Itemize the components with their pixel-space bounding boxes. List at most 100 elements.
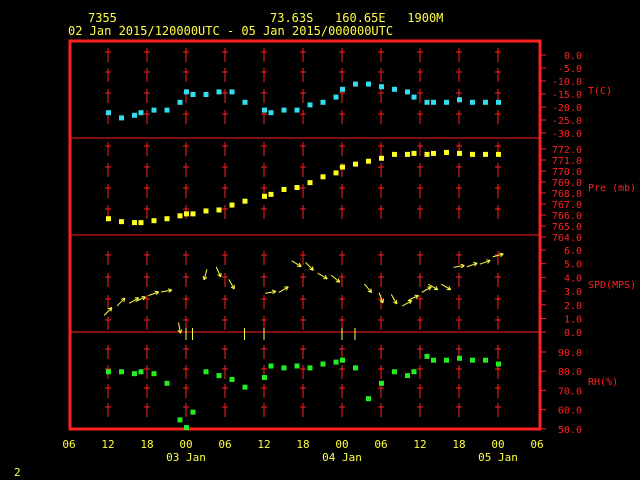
pressure-point [483, 151, 488, 157]
y-tick-label: 6.0 [564, 246, 582, 257]
pressure-point [151, 218, 157, 224]
temp-point [431, 99, 436, 105]
x-tick-label: 18 [140, 438, 153, 451]
wind-vector-head [473, 262, 478, 264]
x-tick-label: 12 [257, 438, 270, 451]
pressure-point [470, 151, 475, 157]
pressure-point [164, 216, 170, 222]
temp-point [405, 89, 410, 95]
pressure-point [340, 164, 345, 170]
wind-vector-head [486, 259, 491, 261]
pressure-point [424, 151, 430, 157]
rh-point [164, 380, 170, 386]
pressure-point [496, 151, 501, 157]
rh-point [431, 357, 436, 363]
pressure-point [184, 211, 189, 217]
temp-point [281, 107, 287, 113]
pressure-point [268, 191, 274, 197]
temp-point [119, 115, 124, 121]
time-range: 02 Jan 2015/120000UTC - 05 Jan 2015/0000… [68, 24, 393, 38]
y-tick-label: 50.0 [558, 425, 582, 436]
station-location: 73.63S 160.65E 1900M [270, 11, 443, 25]
y-tick-label: -15.0 [552, 90, 582, 101]
pressure-point [431, 150, 436, 156]
pressure-point [216, 207, 222, 213]
rh-point [132, 371, 137, 377]
pressure-point [262, 193, 267, 199]
wind-vector-shaft [116, 297, 126, 307]
rh-point [424, 353, 430, 359]
rh-point [405, 373, 410, 379]
meteogram-chart: 7355 73.63S 160.65E 1900M 02 Jan 2015/12… [14, 11, 636, 479]
x-date-label: 05 Jan [478, 451, 518, 464]
wind-vector-series [103, 252, 504, 340]
temp-point [164, 107, 170, 113]
temp-point [190, 92, 196, 97]
temp-point [262, 107, 267, 113]
pressure-point [457, 150, 462, 156]
y-tick-label: 70.0 [558, 386, 582, 397]
temp-point [366, 81, 371, 87]
x-tick-label: 06 [218, 438, 231, 451]
y-tick-label: 766.0 [552, 211, 582, 222]
pressure-point [379, 155, 384, 161]
x-tick-labels: 06 12 18 00 06 12 18 00 06 12 18 00 06 03 Jan 04 Jan 05… [62, 438, 543, 464]
x-tick-label: 18 [296, 438, 309, 451]
temp-point [151, 107, 157, 113]
temp-point [268, 110, 274, 116]
y-tick-label: 3.0 [564, 287, 582, 298]
wind-vector-head [271, 289, 277, 292]
y-tick-label: 770.0 [552, 167, 582, 178]
pressure-point [405, 151, 410, 157]
x-tick-label: 00 [491, 438, 504, 451]
rh-point [262, 375, 267, 381]
rh-point [281, 365, 287, 371]
pressure-point [333, 170, 339, 176]
x-tick-label: 00 [335, 438, 348, 451]
y-tick-label: -20.0 [552, 103, 582, 114]
temp-point [229, 89, 235, 95]
temp-point [340, 86, 345, 92]
y-tick-label: -25.0 [552, 116, 582, 127]
rh-point [119, 369, 124, 375]
grid-crosses [105, 48, 501, 417]
rh-point [320, 361, 326, 367]
rh-point [353, 365, 358, 371]
x-date-label: 04 Jan [322, 451, 362, 464]
x-tick-label: 18 [452, 438, 465, 451]
temp-point [353, 81, 358, 87]
temp-point [184, 89, 189, 95]
temp-point [106, 110, 111, 116]
pressure-point [138, 220, 144, 226]
temp-point [242, 99, 248, 105]
rh-point [268, 363, 274, 369]
rh-point [229, 376, 235, 382]
rh-point [203, 369, 209, 375]
pressure-point [392, 151, 397, 157]
rh-point [190, 409, 196, 415]
rh-point [366, 396, 371, 402]
y-tick-label: 2.0 [564, 301, 582, 312]
rh-point [457, 355, 462, 361]
rh-point [340, 357, 345, 363]
wind-vector-head [154, 290, 159, 293]
y-tick-label: 0.0 [564, 328, 582, 339]
rh-point [496, 361, 501, 367]
panel-label-rh: RH(%) [588, 377, 618, 388]
y-tick-label: 764.0 [552, 233, 582, 244]
y-tick-label: -10.0 [552, 77, 582, 88]
rh-point [106, 369, 111, 375]
wind-vector-head [382, 298, 384, 304]
temp-point [177, 99, 183, 105]
y-tick-label: -5.0 [558, 64, 582, 75]
y-tick-label: 769.0 [552, 178, 582, 189]
y-tick-label: 60.0 [558, 406, 582, 417]
wind-vector-head [499, 252, 504, 255]
x-date-label: 03 Jan [166, 451, 206, 464]
pressure-point [177, 213, 183, 219]
pressure-point [119, 219, 124, 225]
temp-point [333, 94, 339, 100]
rh-point [151, 371, 157, 377]
x-tick-label: 06 [62, 438, 75, 451]
temp-point [470, 99, 475, 105]
